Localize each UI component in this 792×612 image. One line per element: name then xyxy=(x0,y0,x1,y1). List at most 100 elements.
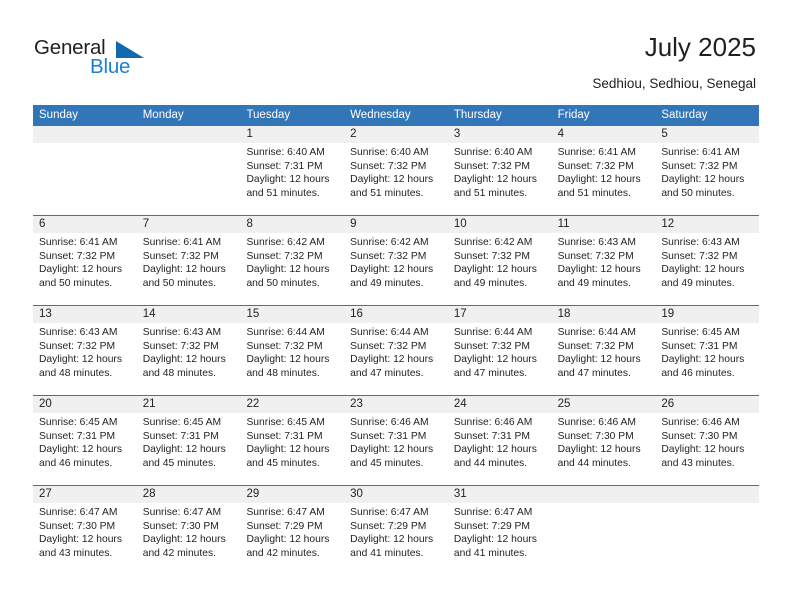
day-number-13[interactable]: 13 xyxy=(33,306,137,323)
day-cell-3[interactable]: Sunrise: 6:40 AM Sunset: 7:32 PM Daylight:… xyxy=(448,143,552,215)
day-cell-25[interactable]: Sunrise: 6:46 AM Sunset: 7:30 PM Daylight:… xyxy=(552,413,656,485)
calendar-week-row: 27 28 29 30 31 Sunrise: 6:47 AM Sunset: 7:30 P… xyxy=(33,486,759,575)
day-detail-line: Sunset: 7:32 PM xyxy=(39,340,116,352)
day-number-19[interactable]: 19 xyxy=(655,306,759,323)
day-number-empty xyxy=(33,126,137,143)
day-cell-empty xyxy=(655,503,759,575)
day-detail-line: Sunrise: 6:44 AM xyxy=(246,327,325,338)
day-cell-16[interactable]: Sunrise: 6:44 AM Sunset: 7:32 PM Daylight:… xyxy=(344,323,448,395)
day-number-10[interactable]: 10 xyxy=(448,216,552,233)
day-number-28[interactable]: 28 xyxy=(137,486,241,503)
day-detail-line: and 45 minutes. xyxy=(350,457,424,469)
day-cell-12[interactable]: Sunrise: 6:43 AM Sunset: 7:32 PM Daylight:… xyxy=(655,233,759,305)
day-number-22[interactable]: 22 xyxy=(240,396,344,413)
day-detail-line: and 48 minutes. xyxy=(246,367,320,379)
day-number-26[interactable]: 26 xyxy=(655,396,759,413)
day-cell-24[interactable]: Sunrise: 6:46 AM Sunset: 7:31 PM Daylight:… xyxy=(448,413,552,485)
day-number-23[interactable]: 23 xyxy=(344,396,448,413)
day-cell-28[interactable]: Sunrise: 6:47 AM Sunset: 7:30 PM Daylight:… xyxy=(137,503,241,575)
day-cell-8[interactable]: Sunrise: 6:42 AM Sunset: 7:32 PM Daylight:… xyxy=(240,233,344,305)
day-detail-line: and 47 minutes. xyxy=(350,367,424,379)
day-detail-line: Sunrise: 6:45 AM xyxy=(142,417,222,428)
day-cell-15[interactable]: Sunrise: 6:44 AM Sunset: 7:32 PM Daylight:… xyxy=(240,323,344,395)
day-number-16[interactable]: 16 xyxy=(344,306,448,323)
day-detail-line: Sunrise: 6:46 AM xyxy=(661,417,740,428)
day-cell-30[interactable]: Sunrise: 6:47 AM Sunset: 7:29 PM Daylight:… xyxy=(344,503,448,575)
day-cell-9[interactable]: Sunrise: 6:42 AM Sunset: 7:32 PM Daylight:… xyxy=(344,233,448,305)
day-detail-line: Daylight: 12 hours xyxy=(246,444,330,456)
day-number-6[interactable]: 6 xyxy=(33,216,137,233)
day-detail-line: Sunrise: 6:42 AM xyxy=(246,237,325,248)
day-cell-17[interactable]: Sunrise: 6:44 AM Sunset: 7:32 PM Daylight:… xyxy=(448,323,552,395)
day-number-2[interactable]: 2 xyxy=(344,126,448,143)
day-detail-line: Sunrise: 6:46 AM xyxy=(557,417,637,428)
day-cell-5[interactable]: Sunrise: 6:41 AM Sunset: 7:32 PM Daylight:… xyxy=(655,143,759,215)
day-detail-line: Sunrise: 6:46 AM xyxy=(453,417,533,428)
day-cell-1[interactable]: Sunrise: 6:40 AM Sunset: 7:31 PM Daylight:… xyxy=(240,143,344,215)
day-number-5[interactable]: 5 xyxy=(655,126,759,143)
day-detail-line: Sunrise: 6:44 AM xyxy=(453,327,533,338)
day-cell-14[interactable]: Sunrise: 6:43 AM Sunset: 7:32 PM Daylight:… xyxy=(137,323,241,395)
day-number-empty xyxy=(552,486,656,503)
day-detail-line: and 50 minutes. xyxy=(142,277,216,289)
day-cell-18[interactable]: Sunrise: 6:44 AM Sunset: 7:32 PM Daylight:… xyxy=(552,323,656,395)
day-detail-line: Daylight: 12 hours xyxy=(350,354,434,366)
day-detail-line: and 42 minutes. xyxy=(142,547,216,559)
day-number-24[interactable]: 24 xyxy=(448,396,552,413)
day-number-4[interactable]: 4 xyxy=(552,126,656,143)
day-detail-line: Daylight: 12 hours xyxy=(142,444,226,456)
day-detail-line: Daylight: 12 hours xyxy=(142,264,226,276)
day-detail-line: Sunset: 7:32 PM xyxy=(350,340,427,352)
day-detail-line: Sunset: 7:29 PM xyxy=(246,520,323,532)
day-number-8[interactable]: 8 xyxy=(240,216,344,233)
day-cell-10[interactable]: Sunrise: 6:42 AM Sunset: 7:32 PM Daylight:… xyxy=(448,233,552,305)
day-number-20[interactable]: 20 xyxy=(33,396,137,413)
day-number-9[interactable]: 9 xyxy=(344,216,448,233)
day-number-17[interactable]: 17 xyxy=(448,306,552,323)
brand-logo[interactable]: General Blue xyxy=(34,36,164,82)
day-number-27[interactable]: 27 xyxy=(33,486,137,503)
day-detail-line: Sunset: 7:32 PM xyxy=(246,250,323,262)
day-cell-11[interactable]: Sunrise: 6:43 AM Sunset: 7:32 PM Daylight:… xyxy=(552,233,656,305)
day-number-7[interactable]: 7 xyxy=(137,216,241,233)
day-number-empty xyxy=(137,126,241,143)
weekday-header-thursday: Thursday xyxy=(453,109,502,121)
day-cell-13[interactable]: Sunrise: 6:43 AM Sunset: 7:32 PM Daylight:… xyxy=(33,323,137,395)
day-detail-line: Sunset: 7:32 PM xyxy=(246,340,323,352)
day-cell-22[interactable]: Sunrise: 6:45 AM Sunset: 7:31 PM Daylight:… xyxy=(240,413,344,485)
day-detail-line: Daylight: 12 hours xyxy=(246,534,330,546)
day-cell-26[interactable]: Sunrise: 6:46 AM Sunset: 7:30 PM Daylight:… xyxy=(655,413,759,485)
day-detail-line: and 42 minutes. xyxy=(246,547,320,559)
day-number-3[interactable]: 3 xyxy=(448,126,552,143)
day-number-29[interactable]: 29 xyxy=(240,486,344,503)
day-cell-21[interactable]: Sunrise: 6:45 AM Sunset: 7:31 PM Daylight:… xyxy=(137,413,241,485)
day-cell-2[interactable]: Sunrise: 6:40 AM Sunset: 7:32 PM Daylight:… xyxy=(344,143,448,215)
day-detail-line: and 50 minutes. xyxy=(246,277,320,289)
week-detail-band: Sunrise: 6:40 AM Sunset: 7:31 PM Daylight:… xyxy=(33,143,759,215)
day-cell-27[interactable]: Sunrise: 6:47 AM Sunset: 7:30 PM Daylight:… xyxy=(33,503,137,575)
day-cell-29[interactable]: Sunrise: 6:47 AM Sunset: 7:29 PM Daylight:… xyxy=(240,503,344,575)
day-number-18[interactable]: 18 xyxy=(552,306,656,323)
day-detail-line: Daylight: 12 hours xyxy=(246,354,330,366)
day-cell-23[interactable]: Sunrise: 6:46 AM Sunset: 7:31 PM Daylight:… xyxy=(344,413,448,485)
day-number-30[interactable]: 30 xyxy=(344,486,448,503)
calendar-week-row: 20 21 22 23 24 25 26 Sunrise: 6:45 AM Sunset: 7:… xyxy=(33,396,759,486)
day-cell-20[interactable]: Sunrise: 6:45 AM Sunset: 7:31 PM Daylight:… xyxy=(33,413,137,485)
day-number-12[interactable]: 12 xyxy=(655,216,759,233)
day-detail-line: Sunrise: 6:41 AM xyxy=(557,147,637,158)
weekday-header-tuesday: Tuesday xyxy=(246,109,291,121)
day-cell-19[interactable]: Sunrise: 6:45 AM Sunset: 7:31 PM Daylight:… xyxy=(655,323,759,395)
day-number-11[interactable]: 11 xyxy=(552,216,656,233)
day-number-1[interactable]: 1 xyxy=(240,126,344,143)
day-number-21[interactable]: 21 xyxy=(137,396,241,413)
day-number-25[interactable]: 25 xyxy=(552,396,656,413)
day-cell-7[interactable]: Sunrise: 6:41 AM Sunset: 7:32 PM Daylight:… xyxy=(137,233,241,305)
day-cell-4[interactable]: Sunrise: 6:41 AM Sunset: 7:32 PM Daylight:… xyxy=(552,143,656,215)
day-number-14[interactable]: 14 xyxy=(137,306,241,323)
day-cell-6[interactable]: Sunrise: 6:41 AM Sunset: 7:32 PM Daylight:… xyxy=(33,233,137,305)
day-number-15[interactable]: 15 xyxy=(240,306,344,323)
day-detail-line: Sunrise: 6:41 AM xyxy=(661,147,740,158)
day-cell-31[interactable]: Sunrise: 6:47 AM Sunset: 7:29 PM Daylight:… xyxy=(448,503,552,575)
calendar-page: General Blue July 2025 Sedhiou, Sedhiou,… xyxy=(0,0,792,612)
day-number-31[interactable]: 31 xyxy=(448,486,552,503)
